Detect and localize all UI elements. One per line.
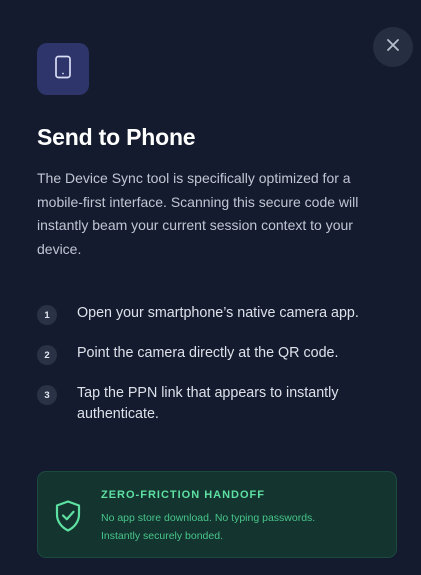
step-text: Tap the PPN link that appears to instant… <box>77 385 339 422</box>
modal-description: The Device Sync tool is specifically opt… <box>37 170 359 257</box>
handoff-description: No app store download. No typing passwor… <box>101 509 381 545</box>
handoff-callout: ZERO-FRICTION HANDOFF No app store downl… <box>37 471 397 558</box>
step-item: 1 Open your smartphone’s native camera a… <box>37 303 407 325</box>
smartphone-icon <box>54 55 72 84</box>
steps-list: 1 Open your smartphone’s native camera a… <box>37 303 407 425</box>
shield-check-icon <box>53 499 83 538</box>
close-button[interactable] <box>373 27 413 67</box>
handoff-title: ZERO-FRICTION HANDOFF <box>101 489 265 501</box>
step-item: 3 Tap the PPN link that appears to insta… <box>37 383 407 425</box>
step-text: Open your smartphone’s native camera app… <box>77 305 359 321</box>
step-text: Point the camera directly at the QR code… <box>77 345 339 361</box>
handoff-line-2: Instantly securely bonded. <box>101 530 223 542</box>
step-number: 2 <box>37 345 57 365</box>
step-number: 3 <box>37 385 57 405</box>
step-number: 1 <box>37 305 57 325</box>
close-icon <box>386 38 400 57</box>
handoff-line-1: No app store download. No typing passwor… <box>101 512 316 524</box>
device-icon-tile <box>37 43 89 95</box>
step-item: 2 Point the camera directly at the QR co… <box>37 343 407 365</box>
send-to-phone-modal: Send to Phone The Device Sync tool is sp… <box>0 0 421 575</box>
modal-title: Send to Phone <box>37 124 196 150</box>
